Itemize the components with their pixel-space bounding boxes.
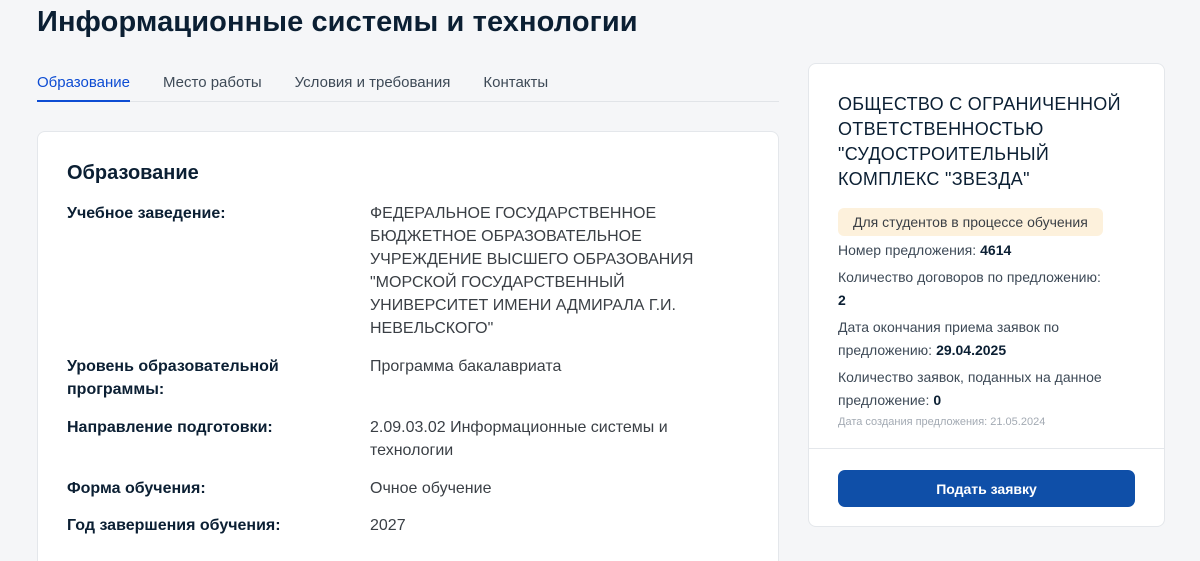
education-card: Образование Учебное заведение: ФЕДЕРАЛЬН… — [37, 131, 779, 561]
tab-contacts[interactable]: Контакты — [483, 72, 548, 102]
institution-label: Учебное заведение: — [67, 205, 226, 222]
page-title: Информационные системы и технологии — [37, 6, 638, 38]
program-level-value: Программа бакалавриата — [370, 358, 562, 375]
status-badge: Для студентов в процессе обучения — [838, 208, 1103, 236]
tabs-bar: Образование Место работы Условия и требо… — [37, 72, 779, 102]
direction-value: 2.09.03.02 Информационные системы и техн… — [370, 419, 668, 459]
graduation-year-value: 2027 — [370, 517, 406, 534]
contracts-count-value: 2 — [838, 292, 846, 308]
deadline-value: 29.04.2025 — [936, 342, 1007, 358]
apply-button[interactable]: Подать заявку — [838, 470, 1135, 507]
offer-number-label: Номер предложения: — [838, 242, 977, 258]
education-heading: Образование — [67, 162, 199, 184]
tab-education[interactable]: Образование — [37, 72, 130, 102]
contracts-count-label: Количество договоров по предложению: — [838, 269, 1101, 285]
program-level-label: Уровень образовательной программы: — [67, 358, 279, 398]
deadline: Дата окончания приема заявок по предложе… — [838, 316, 1148, 362]
offer-card: ОБЩЕСТВО С ОГРАНИЧЕННОЙ ОТВЕТСТВЕННОСТЬЮ… — [808, 63, 1165, 527]
created-date: Дата создания предложения: 21.05.2024 — [838, 416, 1046, 428]
company-name: ОБЩЕСТВО С ОГРАНИЧЕННОЙ ОТВЕТСТВЕННОСТЬЮ… — [838, 94, 1121, 189]
applications-count: Количество заявок, поданных на данное пр… — [838, 366, 1148, 412]
tab-workplace[interactable]: Место работы — [163, 72, 262, 102]
tab-conditions[interactable]: Условия и требования — [295, 72, 451, 102]
page: Информационные системы и технологии Обра… — [0, 0, 1200, 561]
offer-number: Номер предложения: 4614 — [838, 239, 1148, 262]
divider — [809, 448, 1164, 449]
institution-value: ФЕДЕРАЛЬНОЕ ГОСУДАРСТВЕННОЕ БЮДЖЕТНОЕ ОБ… — [370, 205, 694, 337]
graduation-year-label: Год завершения обучения: — [67, 517, 281, 534]
offer-number-value: 4614 — [980, 242, 1012, 258]
applications-count-label: Количество заявок, поданных на данное пр… — [838, 369, 1102, 408]
study-form-value: Очное обучение — [370, 480, 492, 497]
study-form-label: Форма обучения: — [67, 480, 206, 497]
contracts-count: Количество договоров по предложению: 2 — [838, 266, 1148, 312]
applications-count-value: 0 — [933, 392, 942, 408]
direction-label: Направление подготовки: — [67, 419, 273, 436]
